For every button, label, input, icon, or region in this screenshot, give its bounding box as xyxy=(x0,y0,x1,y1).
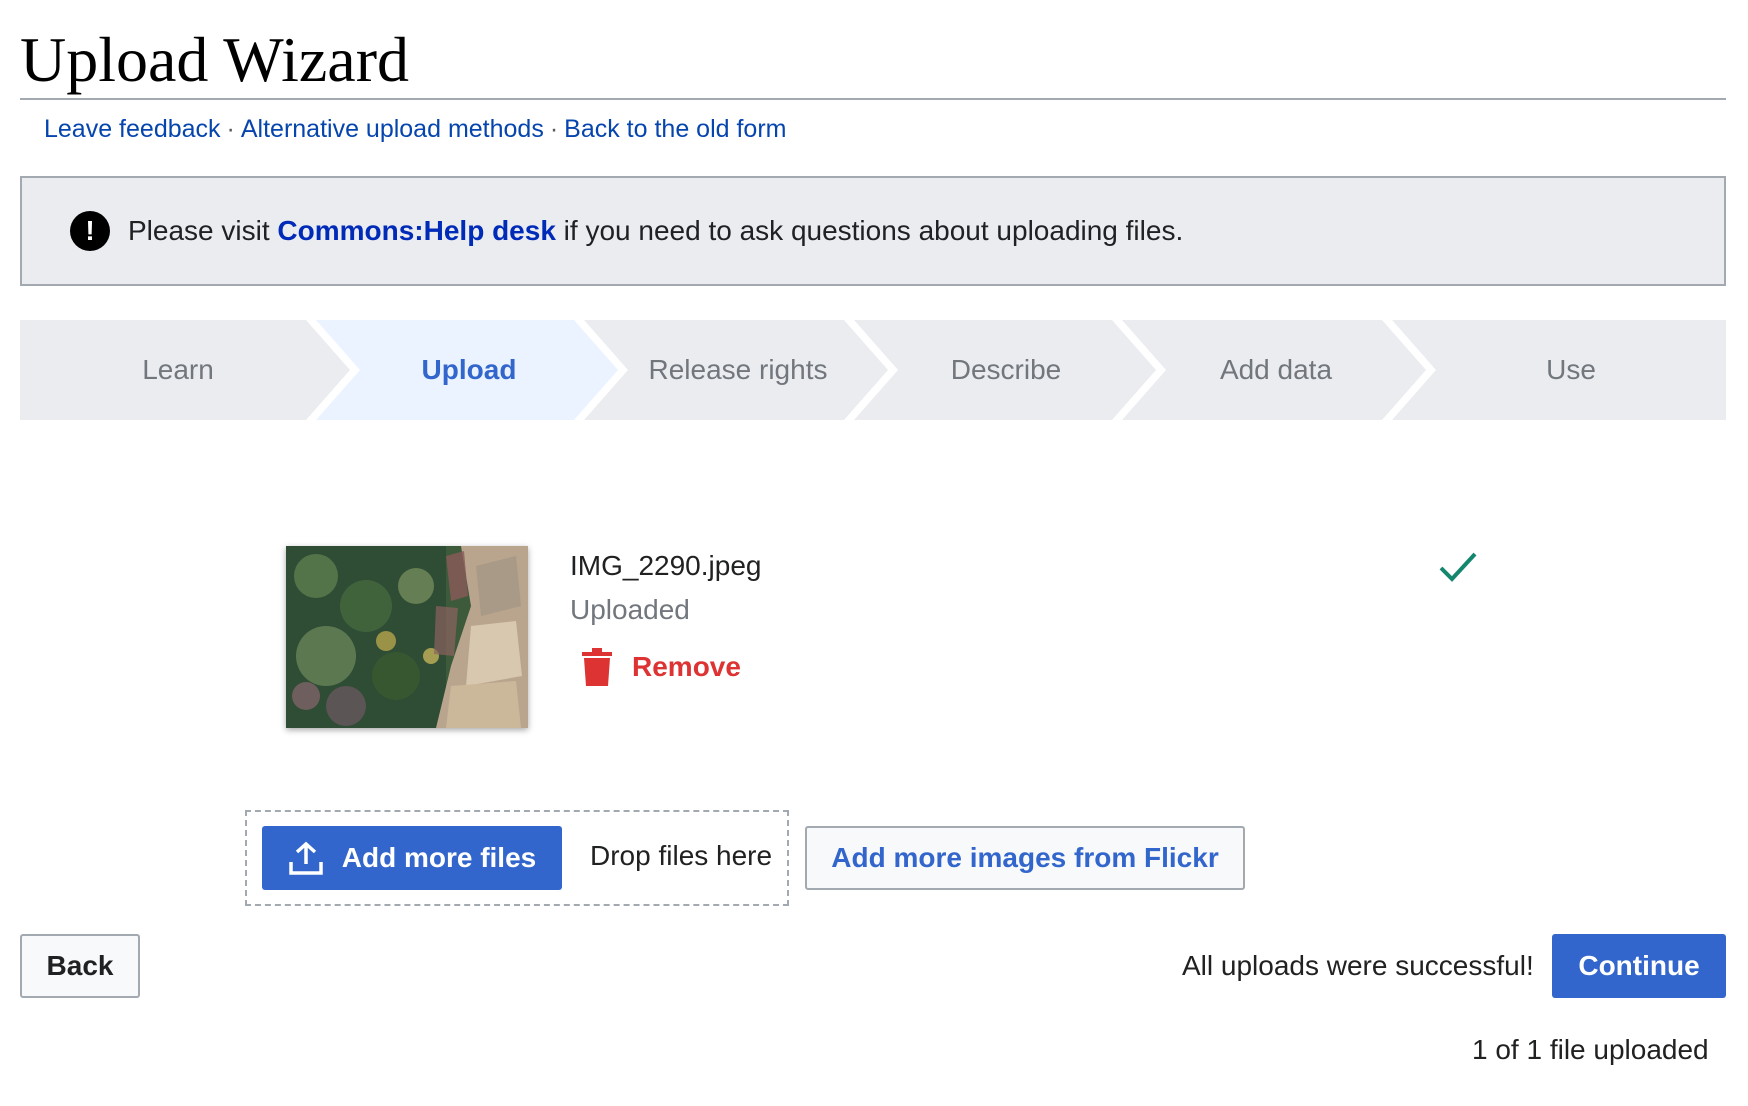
step-release-rights: Release rights xyxy=(648,354,828,385)
add-more-files-label: Add more files xyxy=(341,842,537,873)
step-add-data: Add data xyxy=(1219,354,1333,385)
drop-files-text: Drop files here xyxy=(590,840,773,871)
remove-label: Remove xyxy=(632,651,741,682)
checkmark-icon xyxy=(1439,552,1477,582)
title-divider xyxy=(20,98,1726,100)
link-separator: · xyxy=(549,115,559,143)
upload-wizard-page: Upload Wizard Leave feedback · Alternative… xyxy=(20,0,1726,1106)
upload-success-message: All uploads were successful! xyxy=(1182,950,1534,981)
back-button[interactable]: Back xyxy=(20,934,140,998)
exclamation-icon: ! xyxy=(70,211,110,251)
step-describe: Describe xyxy=(950,354,1062,385)
wizard-steps: Learn Upload Release rights Describe Add… xyxy=(20,320,1726,420)
drop-zone[interactable]: Add more files Drop files here xyxy=(245,810,789,906)
link-separator: · xyxy=(226,115,235,143)
upload-count: 1 of 1 file uploaded xyxy=(1472,1034,1709,1065)
notice-prefix: Please visit xyxy=(128,215,278,246)
remove-file-button[interactable]: Remove xyxy=(582,646,741,688)
step-learn: Learn xyxy=(142,354,214,385)
file-name: IMG_2290.jpeg xyxy=(570,550,762,581)
trash-icon xyxy=(582,648,612,686)
add-more-files-button[interactable]: Add more files xyxy=(262,826,562,890)
back-to-old-form-link[interactable]: Back to the old form xyxy=(564,115,786,143)
step-use: Use xyxy=(1546,354,1596,385)
garden-photo-thumbnail xyxy=(286,546,528,728)
alternative-upload-methods-link[interactable]: Alternative upload methods xyxy=(241,115,544,143)
file-status: Uploaded xyxy=(570,594,690,625)
continue-button[interactable]: Continue xyxy=(1552,934,1726,998)
upload-icon xyxy=(289,841,323,875)
add-from-flickr-button[interactable]: Add more images from Flickr xyxy=(805,826,1245,890)
notice-text: Please visit Commons:Help desk if you ne… xyxy=(128,215,1183,247)
step-upload: Upload xyxy=(421,354,517,385)
notice-suffix: if you need to ask questions about uploa… xyxy=(555,215,1184,246)
help-desk-link[interactable]: Commons:Help desk xyxy=(277,215,556,246)
file-thumbnail xyxy=(286,546,528,728)
page-title: Upload Wizard xyxy=(20,24,409,95)
leave-feedback-link[interactable]: Leave feedback xyxy=(44,115,221,143)
header-links: Leave feedback · Alternative upload method… xyxy=(44,112,786,146)
help-notice: ! Please visit Commons:Help desk if you … xyxy=(20,176,1726,286)
